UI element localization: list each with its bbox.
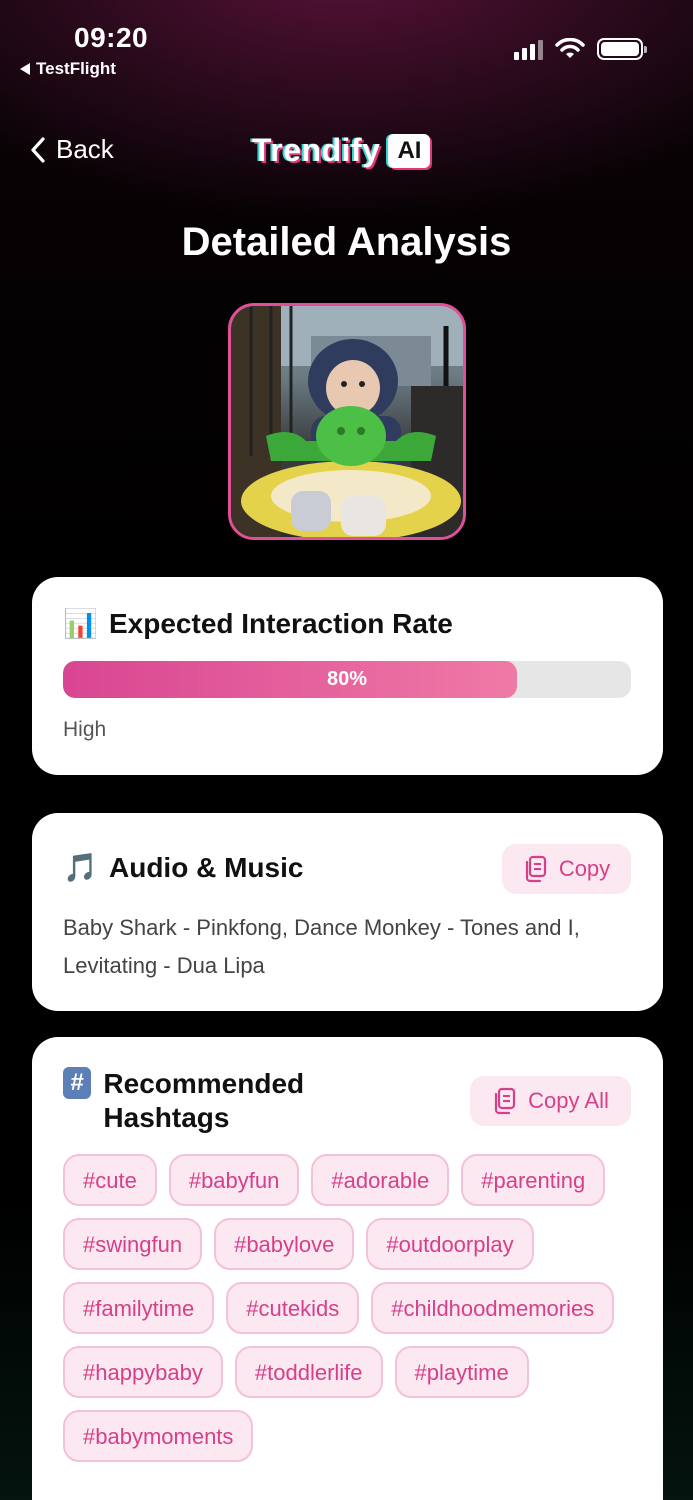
hashtag-icon: # — [63, 1067, 92, 1099]
bar-chart-icon: 📊 — [63, 608, 98, 639]
battery-icon — [597, 38, 647, 60]
analyzed-photo — [228, 303, 466, 540]
interaction-rate-title: Expected Interaction Rate — [109, 607, 453, 639]
status-time: 09:20 — [74, 22, 149, 53]
interaction-progress-bar: 80% — [63, 661, 631, 698]
app-logo: Trendify AI — [252, 132, 431, 169]
hashtag-chip[interactable]: #happybaby — [63, 1346, 223, 1398]
copy-all-hashtags-button[interactable]: Copy All — [470, 1076, 631, 1126]
hashtag-chip[interactable]: #playtime — [394, 1346, 529, 1398]
back-label: Back — [56, 134, 114, 164]
hashtag-chip[interactable]: #babylove — [214, 1218, 355, 1270]
status-icons — [514, 38, 647, 60]
logo-text: Trendify — [252, 132, 381, 168]
hashtag-list: #cute #babyfun #adorable #parenting #swingfu… — [63, 1154, 643, 1462]
baby-swing-image — [231, 306, 463, 537]
hashtag-chip[interactable]: #cutekids — [226, 1282, 360, 1334]
copy-audio-label: Copy — [558, 856, 611, 881]
status-back-to-app[interactable]: TestFlight — [20, 59, 116, 79]
hashtags-card: # Recommended Hashtags Copy All #cute #ba… — [32, 1037, 663, 1500]
interaction-rate-heading: 📊 Expected Interaction Rate — [63, 607, 453, 640]
audio-music-title: Audio & Music — [109, 851, 304, 883]
chevron-left-icon — [31, 136, 45, 163]
hashtag-chip[interactable]: #childhoodmemories — [371, 1282, 615, 1334]
copy-icon — [495, 1087, 516, 1115]
cellular-signal-icon — [514, 38, 543, 60]
hashtags-heading: # Recommended Hashtags — [63, 1067, 383, 1135]
status-back-label: TestFlight — [36, 59, 116, 78]
hashtag-chip[interactable]: #babyfun — [168, 1154, 300, 1206]
copy-all-label: Copy All — [528, 1088, 609, 1113]
hashtag-chip[interactable]: #outdoorplay — [366, 1218, 534, 1270]
interaction-progress-label: 80% — [326, 668, 368, 690]
interaction-level: High — [63, 718, 107, 741]
audio-suggestions-text: Baby Shark - Pinkfong, Dance Monkey - To… — [63, 915, 580, 978]
music-note-icon: 🎵 — [63, 852, 98, 883]
copy-icon — [525, 855, 546, 883]
hashtag-chip[interactable]: #familytime — [63, 1282, 215, 1334]
hashtag-chip[interactable]: #adorable — [311, 1154, 450, 1206]
hashtag-chip[interactable]: #cute — [63, 1154, 157, 1206]
back-triangle-icon — [20, 63, 30, 75]
audio-music-heading: 🎵 Audio & Music — [63, 851, 303, 884]
back-button[interactable]: Back — [30, 134, 114, 165]
hashtag-chip[interactable]: #toddlerlife — [234, 1346, 383, 1398]
copy-audio-button[interactable]: Copy — [502, 844, 631, 894]
hashtag-chip[interactable]: #parenting — [461, 1154, 606, 1206]
logo-badge: AI — [388, 133, 431, 168]
wifi-icon — [555, 38, 585, 58]
hashtag-chip[interactable]: #babymoments — [63, 1410, 254, 1462]
interaction-rate-card: 📊 Expected Interaction Rate 80% High — [32, 577, 663, 775]
page-title: Detailed Analysis — [181, 220, 512, 264]
hashtags-title: Recommended Hashtags — [103, 1068, 305, 1133]
hashtag-chip[interactable]: #swingfun — [63, 1218, 203, 1270]
audio-music-card: 🎵 Audio & Music Copy Baby Shark - Pinkfo… — [32, 813, 663, 1011]
